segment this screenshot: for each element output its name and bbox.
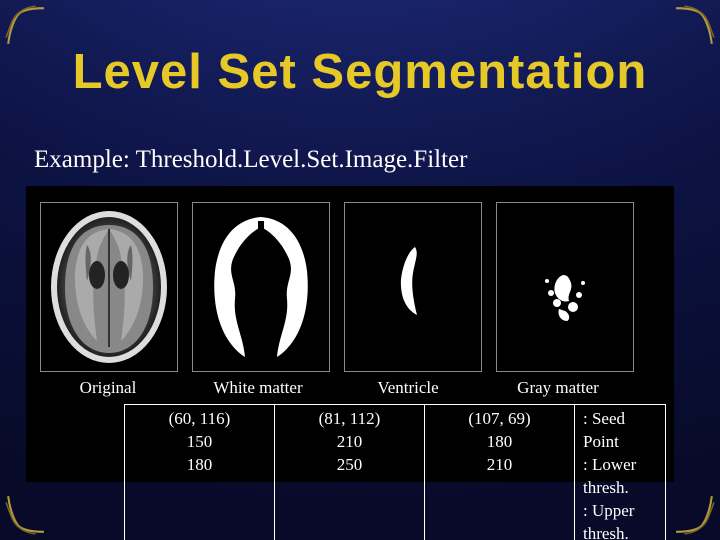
key-lower: : Lower thresh. bbox=[583, 454, 661, 500]
lower-value: 150 bbox=[129, 431, 270, 454]
image-captions: Original White matter Ventricle Gray mat… bbox=[40, 378, 660, 398]
caption-original: Original bbox=[40, 378, 176, 398]
caption-ventricle: Ventricle bbox=[340, 378, 476, 398]
seed-value: (60, 116) bbox=[129, 408, 270, 431]
image-row bbox=[40, 202, 634, 372]
caption-gray-matter: Gray matter bbox=[490, 378, 626, 398]
caption-white-matter: White matter bbox=[190, 378, 326, 398]
slide: Level Set Segmentation Example: Threshol… bbox=[0, 0, 720, 540]
lower-value: 210 bbox=[279, 431, 420, 454]
upper-value: 250 bbox=[279, 454, 420, 477]
seed-value: (81, 112) bbox=[279, 408, 420, 431]
table-col-gray-matter: (107, 69) 180 210 bbox=[425, 405, 575, 540]
figure-panel: Original White matter Ventricle Gray mat… bbox=[26, 186, 674, 482]
table-col-ventricle: (81, 112) 210 250 bbox=[275, 405, 425, 540]
seed-value: (107, 69) bbox=[429, 408, 570, 431]
parameter-table: (60, 116) 150 180 (81, 112) 210 250 (107… bbox=[124, 404, 666, 540]
key-seed: : Seed Point bbox=[583, 408, 661, 454]
corner-ornament-icon bbox=[674, 494, 716, 536]
lower-value: 180 bbox=[429, 431, 570, 454]
slide-title: Level Set Segmentation bbox=[0, 44, 720, 100]
image-gray-matter bbox=[496, 202, 634, 372]
image-white-matter bbox=[192, 202, 330, 372]
upper-value: 180 bbox=[129, 454, 270, 477]
image-original bbox=[40, 202, 178, 372]
slide-subtitle: Example: Threshold.Level.Set.Image.Filte… bbox=[34, 146, 467, 174]
table-key-column: : Seed Point : Lower thresh. : Upper thr… bbox=[575, 405, 665, 540]
corner-ornament-icon bbox=[4, 494, 46, 536]
table-col-white-matter: (60, 116) 150 180 bbox=[125, 405, 275, 540]
key-upper: : Upper thresh. bbox=[583, 500, 661, 540]
corner-ornament-icon bbox=[674, 4, 716, 46]
image-ventricle bbox=[344, 202, 482, 372]
upper-value: 210 bbox=[429, 454, 570, 477]
corner-ornament-icon bbox=[4, 4, 46, 46]
